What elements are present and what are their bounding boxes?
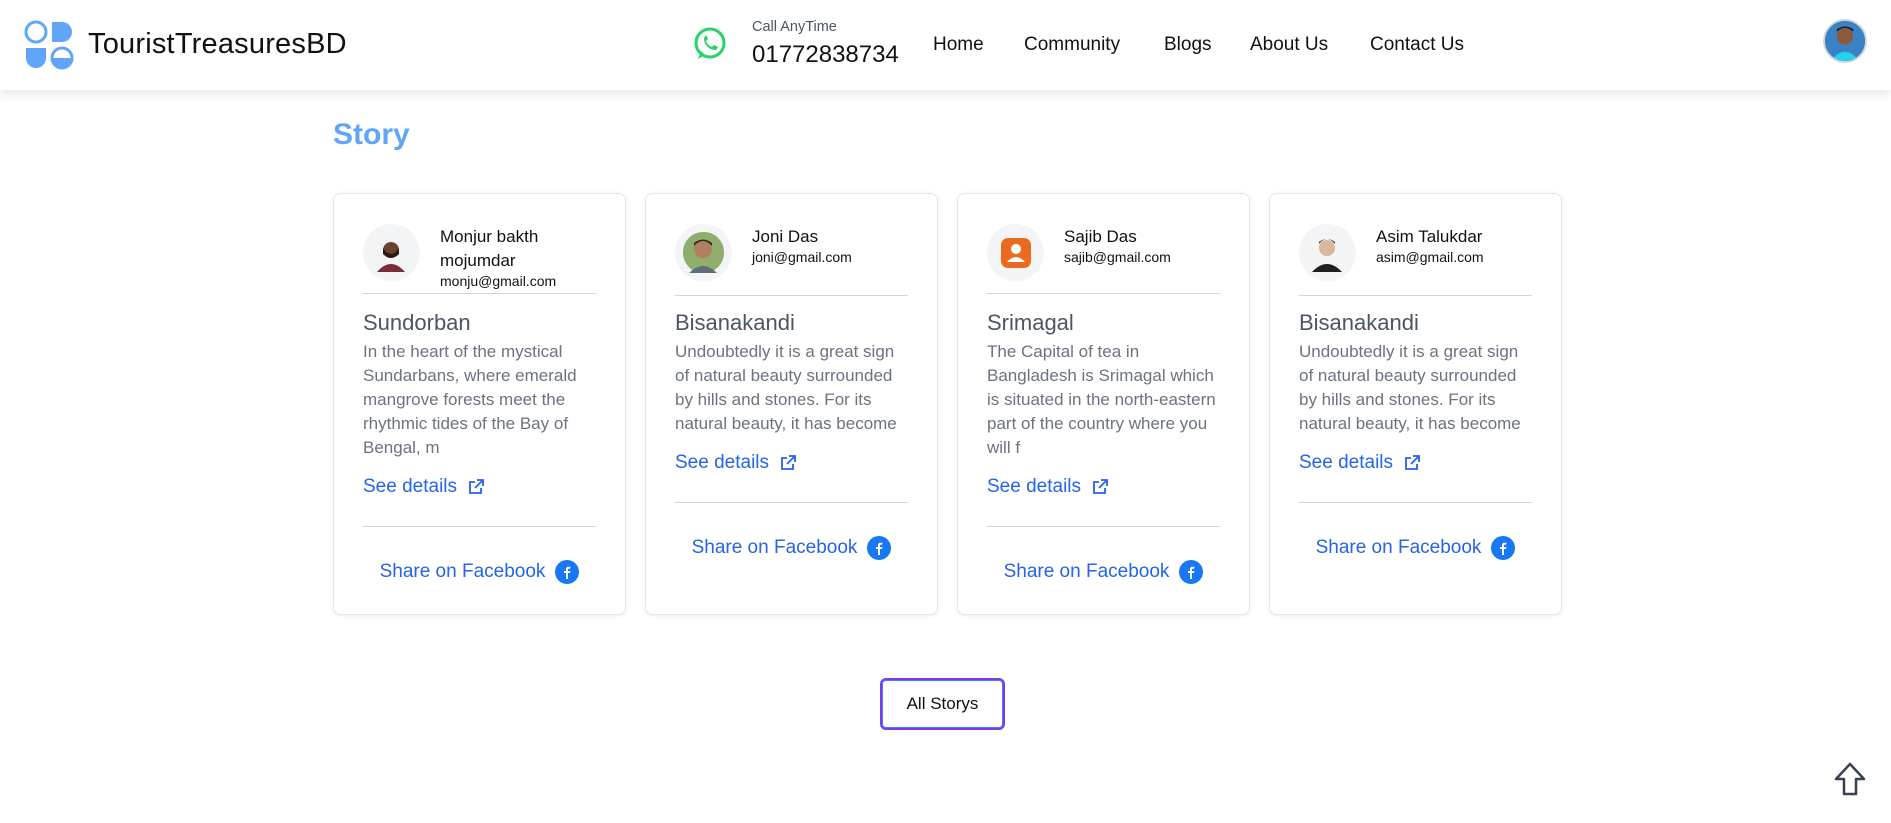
story-place: Sundorban xyxy=(363,310,471,335)
external-link-icon xyxy=(781,455,796,470)
divider xyxy=(675,502,908,503)
brand-name[interactable]: TouristTreasuresBD xyxy=(88,28,347,61)
see-details-link[interactable]: See details xyxy=(675,452,797,474)
nav-blogs[interactable]: Blogs xyxy=(1164,34,1212,56)
story-card: Asim Talukdar asim@gmail.com Bisanakandi… xyxy=(1269,193,1562,615)
all-stories-button[interactable]: All Storys xyxy=(880,678,1005,730)
story-place: Bisanakandi xyxy=(675,310,795,335)
author-avatar xyxy=(987,224,1044,281)
facebook-icon xyxy=(1179,560,1204,584)
see-details-label: See details xyxy=(675,452,770,473)
share-label: Share on Facebook xyxy=(691,537,858,558)
facebook-icon xyxy=(555,560,580,584)
author-email: sajib@gmail.com xyxy=(1064,249,1171,265)
facebook-icon xyxy=(867,536,892,560)
author-name: Monjur bakth mojumdar xyxy=(440,227,539,270)
external-link-icon xyxy=(1405,455,1420,470)
author-email: joni@gmail.com xyxy=(752,249,852,265)
call-number[interactable]: 01772838734 xyxy=(752,41,899,69)
see-details-link[interactable]: See details xyxy=(987,476,1109,498)
see-details-label: See details xyxy=(987,476,1082,497)
share-label: Share on Facebook xyxy=(1003,561,1170,582)
external-link-icon xyxy=(469,479,484,494)
share-facebook-button[interactable]: Share on Facebook xyxy=(987,560,1220,584)
call-label: Call AnyTime xyxy=(752,19,837,35)
share-facebook-button[interactable]: Share on Facebook xyxy=(363,560,596,584)
see-details-link[interactable]: See details xyxy=(1299,452,1421,474)
author-avatar xyxy=(675,224,732,281)
author-avatar xyxy=(363,224,420,281)
story-card: Joni Das joni@gmail.com Bisanakandi Undo… xyxy=(645,193,938,615)
navbar: TouristTreasuresBD Call AnyTime 01772838… xyxy=(0,0,1891,90)
author-name: Asim Talukdar xyxy=(1376,227,1483,246)
story-description: The Capital of tea in Bangladesh is Srim… xyxy=(987,342,1216,457)
author-name: Sajib Das xyxy=(1064,227,1137,246)
share-facebook-button[interactable]: Share on Facebook xyxy=(675,536,908,560)
whatsapp-icon[interactable] xyxy=(692,26,728,62)
brand-logo-icon[interactable] xyxy=(24,20,76,70)
nav-community[interactable]: Community xyxy=(1024,34,1120,56)
author-avatar xyxy=(1299,224,1356,281)
divider xyxy=(675,295,908,296)
share-label: Share on Facebook xyxy=(1315,537,1482,558)
divider xyxy=(987,526,1220,527)
story-place: Bisanakandi xyxy=(1299,310,1419,335)
divider xyxy=(363,293,596,294)
user-avatar[interactable] xyxy=(1823,19,1867,63)
story-description: Undoubtedly it is a great sign of natura… xyxy=(675,342,897,433)
share-label: Share on Facebook xyxy=(379,561,546,582)
nav-contact-us[interactable]: Contact Us xyxy=(1370,34,1464,56)
nav-about-us[interactable]: About Us xyxy=(1250,34,1328,56)
nav-home[interactable]: Home xyxy=(933,34,984,56)
share-facebook-button[interactable]: Share on Facebook xyxy=(1299,536,1532,560)
see-details-link[interactable]: See details xyxy=(363,476,485,498)
author-email: monju@gmail.com xyxy=(440,273,557,289)
divider xyxy=(1299,502,1532,503)
story-card: Monjur bakth mojumdar monju@gmail.com Su… xyxy=(333,193,626,615)
section-title: Story xyxy=(333,118,410,151)
author-name: Joni Das xyxy=(752,227,819,246)
author-email: asim@gmail.com xyxy=(1376,249,1484,265)
story-description: Undoubtedly it is a great sign of natura… xyxy=(1299,342,1521,433)
external-link-icon xyxy=(1093,479,1108,494)
divider xyxy=(987,293,1220,294)
story-description: In the heart of the mystical Sundarbans,… xyxy=(363,342,577,457)
arrow-up-icon[interactable] xyxy=(1833,761,1867,797)
see-details-label: See details xyxy=(1299,452,1394,473)
facebook-icon xyxy=(1491,536,1516,560)
story-card: Sajib Das sajib@gmail.com Srimagal The C… xyxy=(957,193,1250,615)
divider xyxy=(1299,295,1532,296)
see-details-label: See details xyxy=(363,476,458,497)
divider xyxy=(363,526,596,527)
story-place: Srimagal xyxy=(987,310,1074,335)
